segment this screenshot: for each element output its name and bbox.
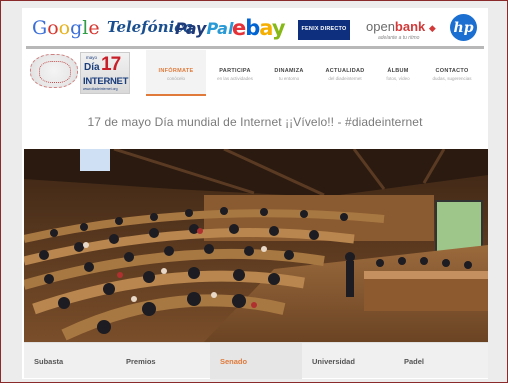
- site-logo[interactable]: mayo Día 17 INTERNET www.diadeinternet.o…: [30, 52, 130, 94]
- tab-senado[interactable]: Senado: [210, 343, 302, 379]
- badge-dia: Día: [84, 62, 100, 73]
- badge-url: www.diadeinternet.org: [83, 87, 118, 91]
- paypal-logo[interactable]: PayPal: [175, 21, 233, 37]
- nav-subtitle: fotos, vídeo: [386, 76, 410, 81]
- ebay-letter: b: [245, 16, 260, 40]
- badge-mayo: mayo: [86, 55, 98, 60]
- google-logo[interactable]: Google: [32, 19, 100, 38]
- badge-internet: INTERNET: [83, 76, 129, 87]
- nav-subtitle: conócelo: [166, 76, 185, 81]
- nav-participa[interactable]: PARTICIPA en las actividades: [210, 50, 260, 96]
- google-letter: o: [58, 17, 71, 39]
- nav-album[interactable]: ÁLBUM fotos, vídeo: [378, 50, 418, 96]
- google-letter: e: [88, 17, 100, 39]
- nav-title: DINAMIZA: [274, 68, 304, 74]
- tab-subasta[interactable]: Subasta: [34, 343, 114, 379]
- senate-hero-photo[interactable]: [24, 149, 488, 342]
- google-letter: o: [47, 17, 59, 39]
- tab-universidad[interactable]: Universidad: [312, 343, 392, 379]
- ebay-letter: a: [259, 16, 272, 40]
- fenix-directo-logo[interactable]: FENIX DIRECTO: [298, 20, 350, 40]
- nav-subtitle: del diadeinternet: [328, 76, 362, 81]
- tab-padel[interactable]: Padel: [404, 343, 474, 379]
- hp-logo[interactable]: hp: [450, 14, 477, 41]
- page: Google Telefónica PayPal ebay FENIX DIRE…: [22, 8, 488, 379]
- paypal-pal: Pal: [206, 19, 234, 38]
- google-letter: g: [70, 17, 83, 39]
- openbank-open: open: [366, 19, 395, 34]
- ebay-letter: y: [271, 16, 286, 40]
- tab-premios[interactable]: Premios: [126, 343, 206, 379]
- openbank-tagline: adelante a tu ritmo: [378, 35, 420, 41]
- google-letter: G: [32, 17, 48, 39]
- nav-title: ÁLBUM: [387, 68, 409, 74]
- header-divider: [26, 46, 484, 49]
- ebay-letter: e: [232, 16, 246, 40]
- nav-title: CONTACTO: [435, 68, 469, 74]
- page-headline: 17 de mayo Día mundial de Internet ¡¡Vív…: [87, 115, 423, 129]
- openbank-arrow-icon: ◆: [428, 23, 436, 33]
- ebay-logo[interactable]: ebay: [232, 16, 286, 40]
- sponsor-bar: Google Telefónica PayPal ebay FENIX DIRE…: [22, 8, 488, 46]
- dia-de-internet-badge: mayo Día 17 INTERNET www.diadeinternet.o…: [80, 52, 130, 94]
- main-nav: mayo Día 17 INTERNET www.diadeinternet.o…: [22, 50, 488, 96]
- nav-actualidad[interactable]: ACTUALIDAD del diadeinternet: [318, 50, 372, 96]
- nav-title: ACTUALIDAD: [325, 68, 365, 74]
- paypal-pay: Pay: [175, 19, 207, 38]
- openbank-logo[interactable]: openbank ◆: [366, 20, 436, 33]
- nav-title: PARTICIPA: [219, 68, 251, 74]
- section-tabs: Subasta Premios Senado Universidad Padel: [24, 342, 488, 379]
- nav-subtitle: dudas, sugerencias: [432, 76, 472, 81]
- nav-dinamiza[interactable]: DINAMIZA tu entorno: [266, 50, 312, 96]
- globe-icon: [30, 54, 78, 88]
- senate-photo-illustration: [24, 149, 488, 342]
- nav-title: INFÓRMATE: [158, 68, 194, 74]
- nav-subtitle: tu entorno: [278, 76, 300, 81]
- nav-informate[interactable]: INFÓRMATE conócelo: [146, 50, 206, 96]
- nav-subtitle: en las actividades: [217, 76, 253, 81]
- badge-number: 17: [101, 54, 121, 75]
- openbank-bank: bank: [394, 19, 426, 34]
- nav-contacto[interactable]: CONTACTO dudas, sugerencias: [426, 50, 478, 96]
